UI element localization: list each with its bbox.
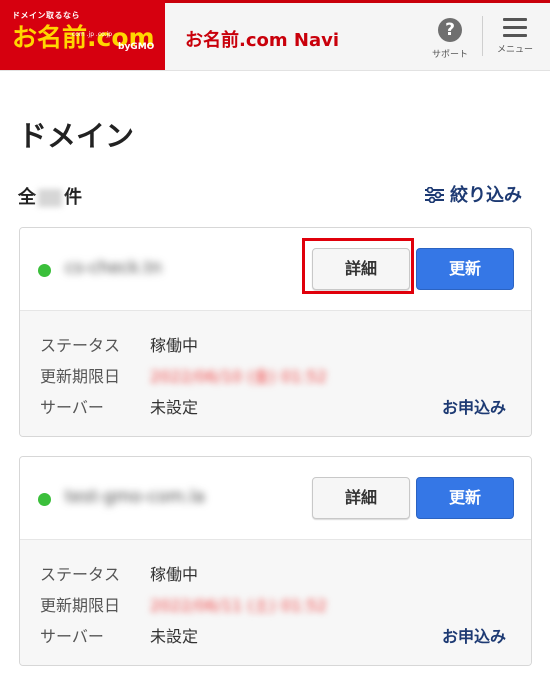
server-label: サーバー <box>40 627 104 646</box>
menu-button[interactable]: メニュー <box>493 18 537 55</box>
domain-card: cs-check.tn 詳細 更新 ステータス 稼働中 更新期限日 2022/0… <box>19 227 532 437</box>
filter-label: 絞り込み <box>450 185 522 206</box>
question-icon: ? <box>438 18 462 42</box>
onamae-logo[interactable]: ドメイン取るなら お名前.com .com .jp .co.jp byGMO <box>0 0 165 70</box>
menu-label: メニュー <box>496 45 533 55</box>
domain-name[interactable]: cs-check.tn <box>65 258 162 278</box>
domain-count: 全件 <box>18 183 82 209</box>
support-label: サポート <box>431 50 468 60</box>
status-dot-icon <box>38 493 51 506</box>
status-value: 稼働中 <box>150 565 199 584</box>
status-value: 稼働中 <box>150 336 199 355</box>
apply-link[interactable]: お申込み <box>442 623 506 647</box>
count-suffix: 件 <box>64 187 82 208</box>
expiry-label: 更新期限日 <box>40 596 121 615</box>
expiry-label: 更新期限日 <box>40 367 121 386</box>
renew-button[interactable]: 更新 <box>416 248 514 290</box>
filter-button[interactable]: 絞り込み <box>425 181 522 207</box>
renew-button[interactable]: 更新 <box>416 477 514 519</box>
logo-tld-text: .com .jp .co.jp <box>70 31 113 38</box>
count-prefix: 全 <box>18 187 36 208</box>
header-title: お名前.com Navi <box>185 30 340 51</box>
status-label: ステータス <box>40 336 121 355</box>
domain-card-details: ステータス 稼働中 更新期限日 2022/06/11 (土) 01:52 サーバ… <box>20 540 531 665</box>
domain-card: test-gmo-com.la 詳細 更新 ステータス 稼働中 更新期限日 20… <box>19 456 532 666</box>
status-dot-icon <box>38 264 51 277</box>
domain-name[interactable]: test-gmo-com.la <box>65 487 205 507</box>
expiry-value: 2022/06/10 (金) 01:52 <box>150 367 327 386</box>
domain-card-header: test-gmo-com.la 詳細 更新 <box>20 457 531 540</box>
server-value: 未設定 <box>150 627 199 646</box>
server-value: 未設定 <box>150 398 199 417</box>
detail-button-highlight <box>302 238 414 294</box>
domain-card-details: ステータス 稼働中 更新期限日 2022/06/10 (金) 01:52 サーバ… <box>20 311 531 436</box>
expiry-value: 2022/06/11 (土) 01:52 <box>150 596 327 615</box>
detail-button[interactable]: 詳細 <box>312 477 410 519</box>
apply-link[interactable]: お申込み <box>442 394 506 418</box>
count-number-redacted <box>38 189 62 207</box>
hamburger-icon <box>503 18 527 37</box>
app-header: ドメイン取るなら お名前.com .com .jp .co.jp byGMO お… <box>0 0 550 71</box>
page-title: ドメイン <box>18 119 135 153</box>
domain-card-header: cs-check.tn 詳細 更新 <box>20 228 531 311</box>
server-label: サーバー <box>40 398 104 417</box>
header-divider <box>482 16 483 56</box>
support-button[interactable]: ? サポート <box>428 18 472 60</box>
logo-tagline: ドメイン取るなら <box>12 11 80 20</box>
filter-sliders-icon <box>425 187 444 203</box>
logo-gmo: byGMO <box>118 42 155 52</box>
status-label: ステータス <box>40 565 121 584</box>
